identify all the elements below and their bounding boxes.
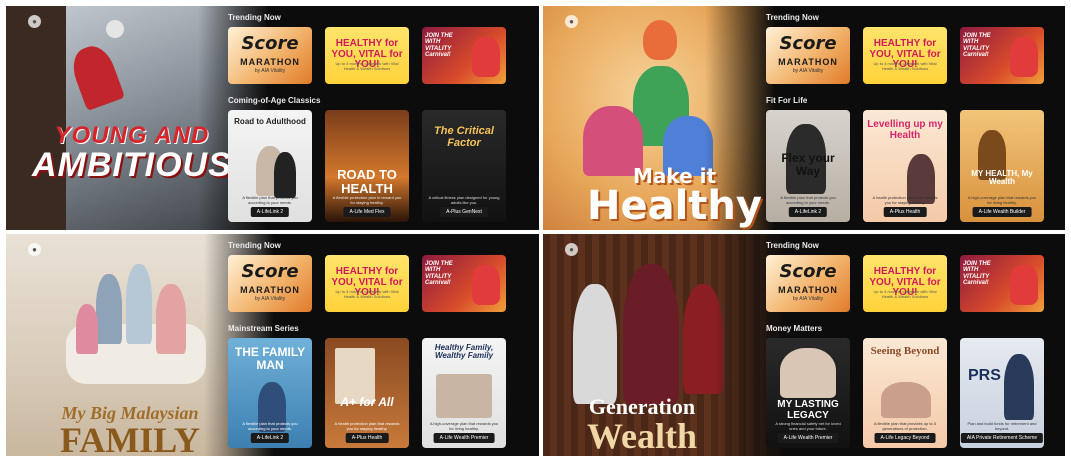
man-figure xyxy=(623,264,679,404)
card-score-marathon[interactable]: Score MARATHON by AIA Vitality xyxy=(766,27,850,84)
card-healthy-for-you[interactable]: HEALTHY for YOU, VITAL for YOU! Up to 4 … xyxy=(863,255,947,312)
plan-pill: A-Life Med Flex xyxy=(343,207,391,217)
hero-title: My Big Malaysian FAMILY xyxy=(60,403,201,456)
row-label-trending: Trending Now xyxy=(228,13,281,22)
card-vitality-carnival[interactable]: JOIN THE WITH VITALITY Carnival! xyxy=(422,255,506,312)
row-label-series: Money Matters xyxy=(766,324,823,333)
plan-pill: A-LifeLink 2 xyxy=(250,433,290,443)
card-my-lasting-legacy[interactable]: MY LASTING LEGACY A strong financial saf… xyxy=(766,338,850,448)
plan-pill: A-Life Wealth Premier xyxy=(777,433,839,443)
rock-wall xyxy=(6,6,66,230)
aia-logo-icon: ● xyxy=(565,15,578,28)
row-label-series: Fit For Life xyxy=(766,96,808,105)
card-score-marathon[interactable]: Score MARATHON by AIA Vitality xyxy=(766,255,850,312)
card-the-family-man[interactable]: THE FAMILY MAN A flexible plan that prot… xyxy=(228,338,312,448)
content-rail: Trending Now Score MARATHON by AIA Vital… xyxy=(764,6,1065,230)
row-label-series: Coming-of-Age Classics xyxy=(228,96,321,105)
helmet-icon xyxy=(106,20,124,38)
hijab-head xyxy=(643,20,677,60)
panel-generation-wealth: ● Generation Wealth Trending Now Score M… xyxy=(543,234,1065,456)
card-healthy-for-you[interactable]: HEALTHY for YOU, VITAL for YOU! Up to 4 … xyxy=(325,27,409,84)
card-vitality-carnival[interactable]: JOIN THE WITH VITALITY Carnival! xyxy=(422,27,506,84)
panel-big-malaysian-family: ● My Big Malaysian FAMILY Trending Now S… xyxy=(6,234,539,456)
card-seeing-beyond[interactable]: Seeing Beyond A flexible plan that provi… xyxy=(863,338,947,448)
plan-pill: A-Life Wealth Premier xyxy=(433,433,495,443)
card-critical-factor[interactable]: The Critical Factor A critical illness p… xyxy=(422,110,506,222)
row-label-trending: Trending Now xyxy=(766,241,819,250)
plan-pill: A-Plus Health xyxy=(883,207,927,217)
plan-pill: A-LifeLink 2 xyxy=(250,207,290,217)
collage: ● YOUNG AND AMBITIOUS Trending Now Score… xyxy=(0,0,1071,459)
plan-pill: A-Plus GenNext xyxy=(440,207,488,217)
plan-pill: A-Life Wealth Builder xyxy=(972,207,1032,217)
card-levelling-up-health[interactable]: Levelling up my Health A health protecti… xyxy=(863,110,947,222)
card-healthy-family-wealthy-family[interactable]: Healthy Family, Wealthy Family A high-co… xyxy=(422,338,506,448)
card-prs[interactable]: PRS Plan and build funds for retirement … xyxy=(960,338,1044,448)
plan-pill: A-LifeLink 2 xyxy=(788,207,828,217)
content-rail: Trending Now Score MARATHON by AIA Vital… xyxy=(764,234,1065,456)
person-figure xyxy=(472,265,500,305)
person-figure xyxy=(472,37,500,77)
card-road-to-health[interactable]: ROAD TO HEALTH A flexible protection pla… xyxy=(325,110,409,222)
card-healthy-for-you[interactable]: HEALTHY for YOU, VITAL for YOU! Up to 4 … xyxy=(325,255,409,312)
aia-logo-icon: ● xyxy=(28,15,41,28)
card-my-health-my-wealth[interactable]: MY HEALTH, My Wealth A high-coverage pla… xyxy=(960,110,1044,222)
card-flex-your-way[interactable]: Flex your Way A flexible plan that prote… xyxy=(766,110,850,222)
content-rail: Trending Now Score MARATHON by AIA Vital… xyxy=(226,6,539,230)
row-label-trending: Trending Now xyxy=(766,13,819,22)
panel-young-and-ambitious: ● YOUNG AND AMBITIOUS Trending Now Score… xyxy=(6,6,539,230)
content-rail: Trending Now Score MARATHON by AIA Vital… xyxy=(226,234,539,456)
plan-pill: A-Life Legacy Beyond xyxy=(874,433,936,443)
card-a-plus-for-all[interactable]: A+ for All A health protection plan that… xyxy=(325,338,409,448)
aia-logo-icon: ● xyxy=(565,243,578,256)
row-label-trending: Trending Now xyxy=(228,241,281,250)
climber-figure xyxy=(66,40,126,112)
card-score-marathon[interactable]: Score MARATHON by AIA Vitality xyxy=(228,255,312,312)
aia-logo-icon: ● xyxy=(28,243,41,256)
woman-figure xyxy=(573,284,617,404)
hero-title: YOUNG AND AMBITIOUS xyxy=(32,122,232,184)
card-vitality-carnival[interactable]: JOIN THE WITH VITALITY Carnival! xyxy=(960,27,1044,84)
hero-banner[interactable]: ● Make it Healthy xyxy=(543,6,775,230)
person-figure xyxy=(1010,265,1038,305)
hero-title: Make it Healthy xyxy=(587,164,762,229)
card-score-marathon[interactable]: Score MARATHON by AIA Vitality xyxy=(228,27,312,84)
plan-pill: A-Plus Health xyxy=(345,433,389,443)
card-healthy-for-you[interactable]: HEALTHY for YOU, VITAL for YOU! Up to 4 … xyxy=(863,27,947,84)
panel-make-it-healthy: ● Make it Healthy Trending Now Score MAR… xyxy=(543,6,1065,230)
person-figure xyxy=(1010,37,1038,77)
card-road-to-adulthood[interactable]: Road to Adulthood A flexible plan that p… xyxy=(228,110,312,222)
row-label-series: Mainstream Series xyxy=(228,324,299,333)
hero-title: Generation Wealth xyxy=(587,394,698,456)
card-vitality-carnival[interactable]: JOIN THE WITH VITALITY Carnival! xyxy=(960,255,1044,312)
hero-banner[interactable]: ● Generation Wealth xyxy=(543,234,785,456)
plan-pill: AIA Private Retirement Scheme xyxy=(960,433,1044,443)
